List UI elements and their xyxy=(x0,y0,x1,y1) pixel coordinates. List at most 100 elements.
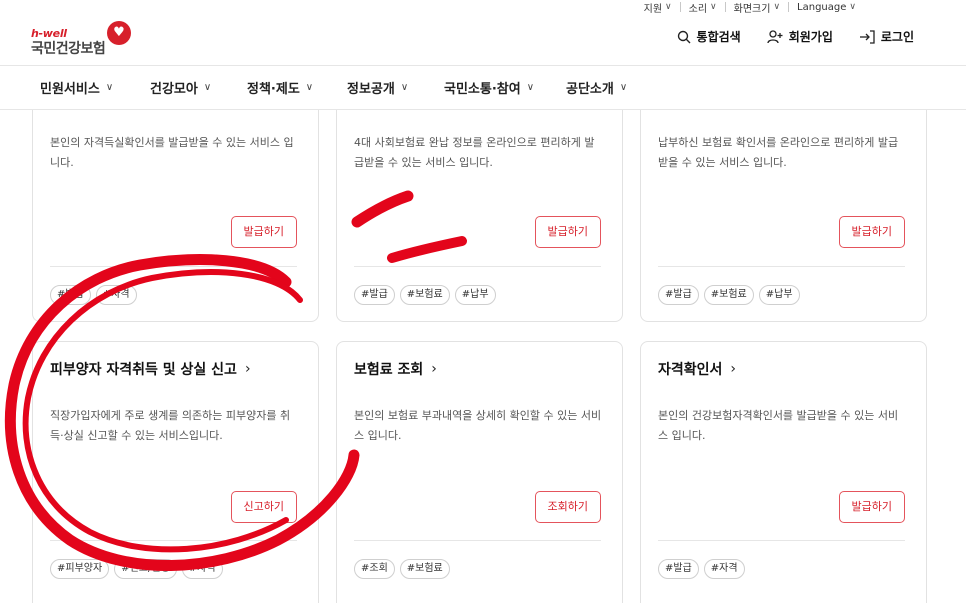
chevron-down-icon: ∨ xyxy=(203,82,212,93)
gnb-item-health[interactable]: 건강모아 ∨ xyxy=(150,78,247,97)
utility-screen-size-label: 화면크기 xyxy=(733,3,771,15)
tag-list: #발급 #자격 xyxy=(658,559,745,579)
chevron-down-icon: ∨ xyxy=(400,82,409,93)
utility-language-label: Language xyxy=(797,1,847,13)
tag[interactable]: #발급 xyxy=(658,285,699,305)
utility-screen-size[interactable]: 화면크기 ∨ xyxy=(734,0,780,15)
gnb-label: 정보공개 xyxy=(347,82,395,97)
card-title[interactable]: 자격확인서 › xyxy=(658,359,736,379)
card-description: 본인의 자격득실확인서를 발급받을 수 있는 서비스 입니다. xyxy=(50,136,294,169)
heart-icon: ♥ xyxy=(107,21,131,45)
card-title[interactable]: 보험료 조회 › xyxy=(354,359,437,379)
search-label: 통합검색 xyxy=(696,30,741,44)
service-card[interactable]: 4대 사회보험료 완납 정보를 온라인으로 편리하게 발급받을 수 있는 서비스… xyxy=(336,110,623,322)
gnb-label: 국민소통·참여 xyxy=(444,82,521,97)
chevron-right-icon: › xyxy=(730,361,737,377)
card-title-text: 피부양자 자격취득 및 상실 신고 xyxy=(50,362,237,378)
tag[interactable]: #보험료 xyxy=(399,285,450,305)
card-description: 본인의 보험료 부과내역을 상세히 확인할 수 있는 서비스 입니다. xyxy=(354,409,602,442)
signup-label: 회원가입 xyxy=(788,30,833,44)
tag[interactable]: #발급 xyxy=(50,285,91,305)
tag[interactable]: #납부 xyxy=(454,285,496,305)
chevron-down-icon: ∨ xyxy=(665,2,672,12)
gnb-item-civil-service[interactable]: 민원서비스 ∨ xyxy=(40,78,150,97)
gnb-item-policy[interactable]: 정책·제도 ∨ xyxy=(247,78,347,97)
divider xyxy=(788,2,790,12)
chevron-right-icon: › xyxy=(244,361,251,377)
card-description: 4대 사회보험료 완납 정보를 온라인으로 편리하게 발급받을 수 있는 서비스… xyxy=(354,136,595,169)
chevron-down-icon: ∨ xyxy=(773,2,781,12)
chevron-down-icon: ∨ xyxy=(305,82,314,93)
login-link[interactable]: 로그인 xyxy=(859,28,914,45)
search-link[interactable]: 통합검색 xyxy=(677,28,741,45)
tag[interactable]: #피부양자 xyxy=(50,559,110,579)
card-description: 납부하신 보험료 확인서를 온라인으로 편리하게 발급받을 수 있는 서비스 입… xyxy=(658,136,899,169)
tag[interactable]: #납부 xyxy=(758,285,800,305)
logo-name: 국민건강보험 xyxy=(31,41,106,57)
login-label: 로그인 xyxy=(880,30,914,44)
utility-bar: 지원 ∨ 소리 ∨ 화면크기 ∨ Language ∨ xyxy=(644,0,856,15)
service-card-grid: 본인의 자격득실확인서를 발급받을 수 있는 서비스 입니다. 발급하기 #발급… xyxy=(0,110,966,603)
service-card-dependent-report[interactable]: 피부양자 자격취득 및 상실 신고 › 직장가입자에게 주로 생계를 의존하는 피… xyxy=(32,341,319,603)
divider xyxy=(354,266,601,267)
service-card-eligibility-cert[interactable]: 자격확인서 › 본인의 건강보험자격확인서를 발급받을 수 있는 서비스 입니다.… xyxy=(640,341,927,603)
chevron-down-icon: ∨ xyxy=(619,82,628,93)
utility-sound-label: 소리 xyxy=(688,3,708,15)
service-card[interactable]: 본인의 자격득실확인서를 발급받을 수 있는 서비스 입니다. 발급하기 #발급… xyxy=(32,110,319,322)
utility-support-label: 지원 xyxy=(643,3,663,15)
gnb-label: 건강모아 xyxy=(150,82,198,97)
tag[interactable]: #자격 xyxy=(95,285,137,305)
divider xyxy=(354,540,601,541)
report-button[interactable]: 신고하기 xyxy=(230,491,297,523)
tag-list: #발급 #자격 xyxy=(50,285,137,305)
tag[interactable]: #보험료 xyxy=(399,559,450,579)
tag-list: #발급 #보험료 #납부 xyxy=(354,285,496,305)
tag[interactable]: #자격 xyxy=(181,559,223,579)
issue-button[interactable]: 발급하기 xyxy=(534,216,601,248)
chevron-down-icon: ∨ xyxy=(710,2,717,12)
chevron-right-icon: › xyxy=(431,361,437,377)
card-title[interactable]: 피부양자 자격취득 및 상실 신고 › xyxy=(50,359,251,379)
tag[interactable]: #신고/신청 xyxy=(114,559,177,579)
gnb-item-participation[interactable]: 국민소통·참여 ∨ xyxy=(444,78,566,97)
site-logo[interactable]: h-well 국민건강보험 ♥ xyxy=(31,19,141,59)
signup-link[interactable]: 회원가입 xyxy=(767,28,833,45)
gnb-item-about[interactable]: 공단소개 ∨ xyxy=(566,78,627,97)
search-icon xyxy=(677,30,691,43)
gnb-label: 공단소개 xyxy=(566,82,614,97)
utility-support[interactable]: 지원 ∨ xyxy=(644,0,672,15)
card-description: 직장가입자에게 주로 생계를 의존하는 피부양자를 취득·상실 신고할 수 있는… xyxy=(50,409,291,442)
main-nav: 민원서비스 ∨ 건강모아 ∨ 정책·제도 ∨ 정보공개 ∨ 국민소통·참여 ∨ 공단소개 ∨ xyxy=(40,66,627,109)
card-description: 본인의 건강보험자격확인서를 발급받을 수 있는 서비스 입니다. xyxy=(658,409,899,442)
service-card-premium-inquiry[interactable]: 보험료 조회 › 본인의 보험료 부과내역을 상세히 확인할 수 있는 서비스 입… xyxy=(336,341,623,603)
tag-list: #피부양자 #신고/신청 #자격 xyxy=(50,559,223,579)
login-icon xyxy=(859,29,875,44)
card-title-text: 자격확인서 xyxy=(658,362,723,378)
divider xyxy=(658,266,905,267)
divider xyxy=(50,266,297,267)
card-title-text: 보험료 조회 xyxy=(354,362,424,378)
tag-list: #조회 #보험료 xyxy=(354,559,450,579)
tag[interactable]: #조회 xyxy=(354,559,395,579)
tag-list: #발급 #보험료 #납부 xyxy=(658,285,800,305)
inquiry-button[interactable]: 조회하기 xyxy=(534,491,601,523)
tag[interactable]: #자격 xyxy=(703,559,745,579)
tag[interactable]: #보험료 xyxy=(703,285,754,305)
utility-language[interactable]: Language ∨ xyxy=(797,2,856,13)
utility-sound[interactable]: 소리 ∨ xyxy=(689,0,717,15)
issue-button[interactable]: 발급하기 xyxy=(230,216,297,248)
chevron-down-icon: ∨ xyxy=(849,2,856,12)
gnb-item-disclosure[interactable]: 정보공개 ∨ xyxy=(347,78,444,97)
divider xyxy=(658,540,905,541)
issue-button[interactable]: 발급하기 xyxy=(838,216,905,248)
tag[interactable]: #발급 xyxy=(658,559,699,579)
header-nav: 통합검색 회원가입 로그인 xyxy=(677,28,914,45)
divider xyxy=(679,2,681,12)
service-card[interactable]: 납부하신 보험료 확인서를 온라인으로 편리하게 발급받을 수 있는 서비스 입… xyxy=(640,110,927,322)
gnb-label: 민원서비스 xyxy=(40,82,100,97)
chevron-down-icon: ∨ xyxy=(526,82,535,93)
divider xyxy=(724,2,726,12)
tag[interactable]: #발급 xyxy=(354,285,395,305)
issue-button[interactable]: 발급하기 xyxy=(838,491,905,523)
divider xyxy=(50,540,297,541)
